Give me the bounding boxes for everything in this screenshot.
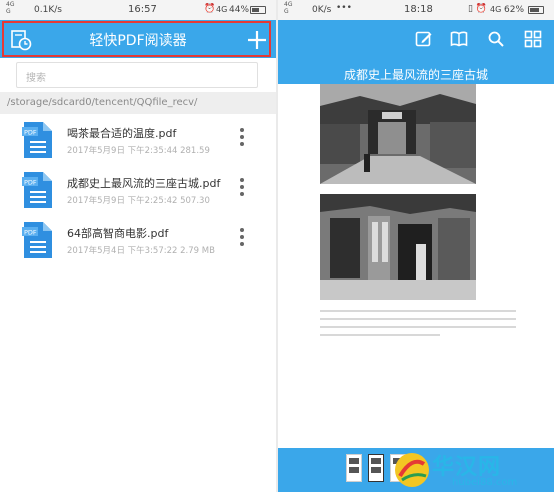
app-bar: 轻快PDF阅读器 [0, 20, 276, 58]
article-text-line [320, 310, 516, 312]
search-icon[interactable] [487, 30, 505, 48]
file-name: 64部高智商电影.pdf [67, 227, 169, 240]
file-meta: 2017年5月9日 下午2:25:42 507.30 [67, 196, 210, 206]
file-name: 喝茶最合适的温度.pdf [67, 127, 177, 140]
more-options-icon[interactable] [238, 128, 246, 150]
file-row[interactable]: PDF 喝茶最合适的温度.pdf 2017年5月9日 下午2:35:44 281… [0, 116, 276, 166]
page-thumbnail[interactable] [346, 454, 362, 482]
signal-label: 4G [490, 5, 502, 14]
network-indicator: 4G G [6, 1, 15, 15]
notification-dots: ••• [336, 3, 352, 13]
article-text-line [320, 334, 440, 336]
watermark-logo-icon [395, 453, 429, 487]
more-options-icon[interactable] [238, 228, 246, 250]
street-photo [320, 84, 476, 184]
svg-text:PDF: PDF [24, 229, 37, 237]
network-speed: 0.1K/s [34, 5, 62, 15]
file-meta: 2017年5月9日 下午2:35:44 281.59 [67, 146, 210, 156]
battery-percent: 62% [504, 5, 525, 15]
file-browser-screen: 4G G 0.1K/s 16:57 ⏰ 4G 44% 轻快PDF阅读器 搜索 /s… [0, 0, 276, 492]
page-thumbnail[interactable] [368, 454, 384, 482]
book-icon[interactable] [450, 30, 468, 48]
svg-text:PDF: PDF [24, 129, 37, 137]
alarm-icon: ⏰ [204, 4, 216, 14]
pdf-page[interactable] [278, 84, 554, 448]
article-text-line [320, 318, 516, 320]
network-indicator: 4G G [284, 1, 293, 15]
plus-icon[interactable] [246, 29, 268, 51]
file-name: 成都史上最风流的三座古城.pdf [67, 177, 221, 190]
battery-icon [528, 6, 544, 14]
article-text-line [320, 326, 516, 328]
document-title: 成都史上最风流的三座古城 [343, 68, 488, 82]
battery-percent: 44% [229, 5, 250, 15]
more-options-icon[interactable] [238, 178, 246, 200]
battery-icon [250, 6, 266, 14]
clock: 18:18 [404, 4, 433, 15]
reader-toolbar: 成都史上最风流的三座古城 [278, 20, 554, 84]
pdf-file-icon: PDF [22, 222, 52, 258]
grid-icon[interactable] [524, 30, 542, 48]
clock: 16:57 [128, 4, 157, 15]
signal-label: 4G [216, 5, 228, 14]
file-row[interactable]: PDF 64部高智商电影.pdf 2017年5月4日 下午3:57:22 2.7… [0, 216, 276, 266]
status-bar: 4G G 0.1K/s 16:57 ⏰ 4G 44% [0, 0, 276, 20]
current-path: /storage/sdcard0/tencent/QQfile_recv/ [0, 92, 276, 114]
svg-text:PDF: PDF [24, 179, 37, 187]
file-meta: 2017年5月4日 下午3:57:22 2.79 MB [67, 246, 215, 256]
pdf-reader-screen: 4G G 0K/s ••• 18:18 ▯ ⏰ 4G 62% 成都史上最风流的三座… [278, 0, 554, 492]
network-speed: 0K/s [312, 5, 332, 15]
file-row[interactable]: PDF 成都史上最风流的三座古城.pdf 2017年5月9日 下午2:25:42… [0, 166, 276, 216]
edit-icon[interactable] [415, 30, 433, 48]
path-text: /storage/sdcard0/tencent/QQfile_recv/ [7, 97, 198, 108]
search-input[interactable]: 搜索 [16, 62, 258, 88]
pdf-file-icon: PDF [22, 122, 52, 158]
vibrate-alarm-icons: ▯ ⏰ [468, 4, 488, 14]
building-photo [320, 194, 476, 300]
search-placeholder: 搜索 [26, 73, 46, 84]
app-title: 轻快PDF阅读器 [89, 33, 187, 49]
watermark-url: hubei88.com [452, 477, 518, 488]
watermark: 华汉网 hubei88.com [388, 448, 554, 492]
pdf-file-icon: PDF [22, 172, 52, 208]
status-bar: 4G G 0K/s ••• 18:18 ▯ ⏰ 4G 62% [278, 0, 554, 20]
